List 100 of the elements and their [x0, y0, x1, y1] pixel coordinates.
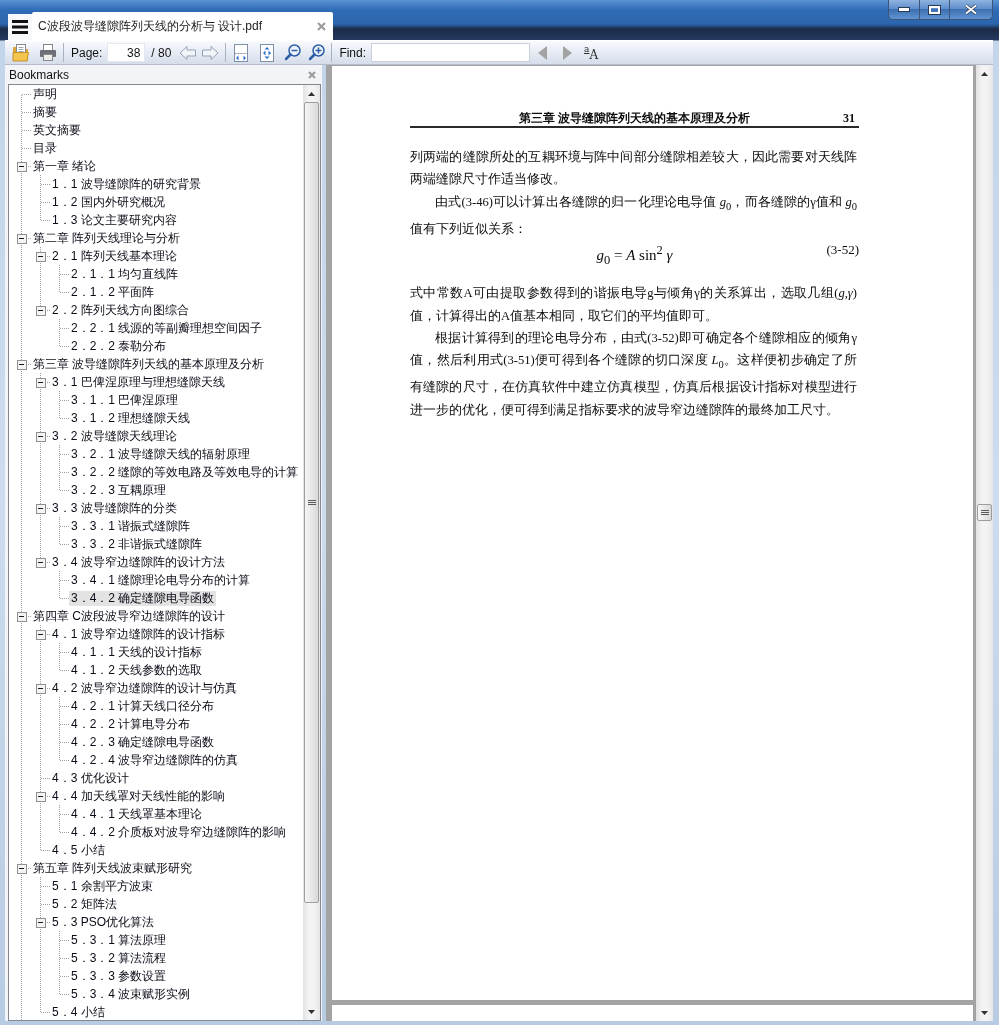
folder-icon[interactable] — [12, 43, 30, 62]
tree-connector-line — [59, 445, 69, 463]
collapse-icon[interactable] — [35, 629, 46, 640]
bookmark-item[interactable]: 第五章 阵列天线波束赋形研究 — [31, 860, 195, 876]
tree-connector-line — [40, 175, 50, 193]
bookmark-item[interactable]: 2．2．1 线源的等副瓣理想空间因子 — [69, 320, 265, 336]
page-number-field[interactable]: 38 — [107, 43, 146, 62]
bookmark-item[interactable]: 3．2 波导缝隙天线理论 — [50, 428, 179, 444]
find-label: Find: — [339, 45, 367, 60]
bookmark-item[interactable]: 4．2 波导窄边缝隙阵的设计与仿真 — [50, 680, 239, 696]
bookmark-item[interactable]: 2．1．1 均匀直线阵 — [69, 266, 181, 282]
bookmark-item[interactable]: 2．2．2 泰勒分布 — [69, 338, 169, 354]
minimize-button[interactable] — [888, 0, 920, 20]
tree-connector-line — [21, 139, 31, 157]
collapse-icon[interactable] — [35, 377, 46, 388]
up-arrow-icon[interactable] — [308, 91, 315, 96]
page-horizontal-arrows-icon[interactable] — [233, 43, 250, 62]
paragraph-text: 由式(3-46)可以计算出各缝隙的归一化理论电导值 g$_{0}$，而各缝隙的γ值和 g$_{0}$ 值有下列近似关系： — [410, 193, 857, 238]
bookmark-item[interactable]: 1．1 波导缝隙阵的研究背景 — [50, 176, 203, 192]
bookmark-item[interactable]: 4．4 加天线罩对天线性能的影响 — [50, 788, 227, 804]
bookmark-item[interactable]: 4．4．2 介质板对波导窄边缝隙阵的影响 — [69, 824, 289, 840]
tree-connector-line — [40, 895, 50, 913]
bookmark-item[interactable]: 5．3．2 算法流程 — [69, 950, 169, 966]
find-field[interactable] — [371, 43, 531, 62]
bookmark-item[interactable]: 第三章 波导缝隙阵列天线的基本原理及分析 — [31, 356, 267, 372]
collapse-icon[interactable] — [16, 233, 27, 244]
document-tab[interactable]: C波段波导缝隙阵列天线的分析与 设计.pdf — [32, 12, 333, 40]
down-arrow-icon[interactable] — [981, 1010, 988, 1015]
equation-number: (3-52) — [826, 241, 859, 260]
down-arrow-icon[interactable] — [308, 1009, 315, 1014]
bookmark-item[interactable]: 3．2．1 波导缝隙天线的辐射原理 — [69, 446, 253, 462]
close-icon — [964, 4, 978, 15]
bookmark-item[interactable]: 第四章 C波段波导窄边缝隙阵的设计 — [31, 608, 227, 624]
grip-icon — [307, 500, 316, 506]
close-icon[interactable] — [308, 70, 316, 79]
page-count: / 80 — [151, 45, 172, 60]
bookmark-item[interactable]: 4．1．2 天线参数的选取 — [69, 662, 205, 678]
page-four-arrows-icon[interactable] — [259, 43, 276, 62]
zoom-out-icon[interactable] — [284, 44, 302, 61]
collapse-icon[interactable] — [16, 161, 27, 172]
bookmark-item[interactable]: 5．1 余割平方波束 — [50, 878, 155, 894]
bookmark-item[interactable]: 目录 — [31, 140, 59, 156]
maximize-button[interactable] — [920, 0, 950, 20]
collapse-icon[interactable] — [35, 503, 46, 514]
bookmark-item[interactable]: 3．2．3 互耦原理 — [69, 482, 169, 498]
bookmark-item[interactable]: 第一章 绪论 — [31, 158, 99, 174]
collapse-icon[interactable] — [35, 305, 46, 316]
bookmark-item[interactable]: 5．3．4 波束赋形实例 — [69, 986, 193, 1002]
bookmark-item[interactable]: 4．5 小结 — [50, 842, 107, 858]
up-arrow-icon[interactable] — [981, 71, 988, 76]
bookmark-item[interactable]: 3．1．2 理想缝隙天线 — [69, 410, 193, 426]
close-icon[interactable] — [317, 21, 326, 31]
bookmark-item[interactable]: 3．4．1 缝隙理论电导分布的计算 — [69, 572, 253, 588]
bookmark-item[interactable]: 1．2 国内外研究概况 — [50, 194, 167, 210]
bookmark-item[interactable]: 4．3 优化设计 — [50, 770, 131, 786]
close-button[interactable] — [950, 0, 993, 20]
bookmark-item[interactable]: 5．3．3 参数设置 — [69, 968, 169, 984]
bookmark-item[interactable]: 声明 — [31, 86, 59, 102]
bookmark-item[interactable]: 5．4 小结 — [50, 1004, 107, 1020]
panel-title: Bookmarks — [9, 67, 70, 82]
collapse-icon[interactable] — [16, 359, 27, 370]
bookmark-item[interactable]: 3．1 巴俾涅原理与理想缝隙天线 — [50, 374, 227, 390]
bookmark-item[interactable]: 3．2．2 缝隙的等效电路及等效电导的计算 — [69, 464, 301, 480]
bookmark-item[interactable]: 3．4 波导窄边缝隙阵的设计方法 — [50, 554, 227, 570]
printer-icon[interactable] — [39, 44, 57, 61]
bookmark-item[interactable]: 3．4．2 确定缝隙电导函数 — [69, 590, 217, 606]
bookmark-item[interactable]: 3．3 波导缝隙阵的分类 — [50, 500, 179, 516]
bookmark-item[interactable]: 3．3．1 谐振式缝隙阵 — [69, 518, 193, 534]
bookmark-item[interactable]: 4．2．3 确定缝隙电导函数 — [69, 734, 217, 750]
equation: g$_{0}$ = A sin$^{2}$ γ — [596, 242, 673, 270]
bookmark-item[interactable]: 2．2 阵列天线方向图综合 — [50, 302, 191, 318]
bookmark-item[interactable]: 3．1．1 巴俾涅原理 — [69, 392, 181, 408]
collapse-icon[interactable] — [35, 557, 46, 568]
bookmark-item[interactable]: 5．2 矩阵法 — [50, 896, 119, 912]
collapse-icon[interactable] — [35, 431, 46, 442]
bookmark-item[interactable]: 1．3 论文主要研究内容 — [50, 212, 179, 228]
collapse-icon[interactable] — [35, 791, 46, 802]
collapse-icon[interactable] — [16, 611, 27, 622]
bookmark-item[interactable]: 4．2．1 计算天线口径分布 — [69, 698, 217, 714]
bookmark-item[interactable]: 2．1 阵列天线基本理论 — [50, 248, 179, 264]
bookmark-item[interactable]: 摘要 — [31, 104, 59, 120]
collapse-icon[interactable] — [35, 251, 46, 262]
zoom-in-icon[interactable] — [308, 44, 326, 61]
collapse-icon[interactable] — [16, 863, 27, 874]
bookmark-item[interactable]: 4．1．1 天线的设计指标 — [69, 644, 205, 660]
bookmark-item[interactable]: 4．2．4 波导窄边缝隙阵的仿真 — [69, 752, 241, 768]
bookmark-item[interactable]: 5．3 PSO优化算法 — [50, 914, 157, 930]
scrollbar-thumb[interactable] — [977, 504, 992, 522]
bookmark-item[interactable]: 3．3．2 非谐振式缝隙阵 — [69, 536, 205, 552]
bookmark-item[interactable]: 5．3．1 算法原理 — [69, 932, 169, 948]
bookmark-item[interactable]: 4．1 波导窄边缝隙阵的设计指标 — [50, 626, 227, 642]
bookmark-item[interactable]: 4．4．1 天线罩基本理论 — [69, 806, 205, 822]
bookmark-item[interactable]: 英文摘要 — [31, 122, 83, 138]
bookmark-item[interactable]: 4．2．2 计算电导分布 — [69, 716, 193, 732]
bookmark-item[interactable]: 第二章 阵列天线理论与分析 — [31, 230, 183, 246]
menu-icon[interactable] — [8, 14, 32, 40]
collapse-icon[interactable] — [35, 683, 46, 694]
collapse-icon[interactable] — [35, 917, 46, 928]
scrollbar-thumb[interactable] — [304, 102, 319, 904]
bookmark-item[interactable]: 2．1．2 平面阵 — [69, 284, 157, 300]
